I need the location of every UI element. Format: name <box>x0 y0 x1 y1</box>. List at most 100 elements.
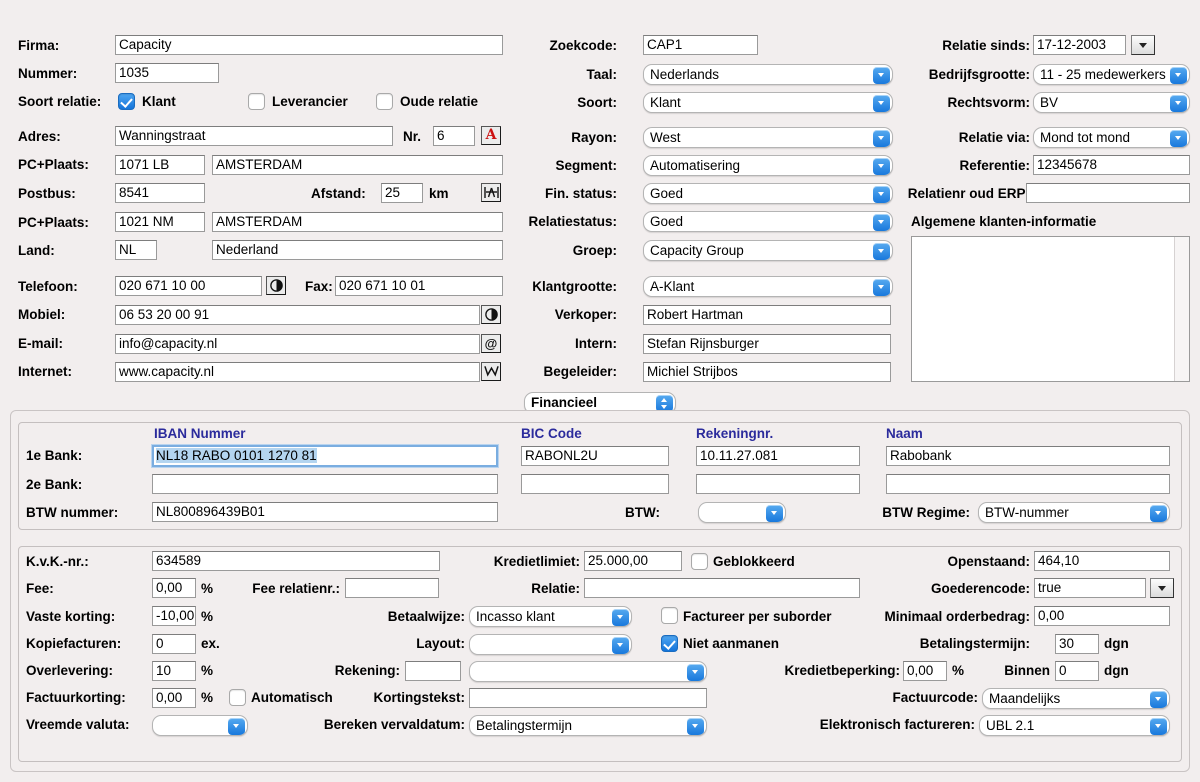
zoekcode-input[interactable]: CAP1 <box>643 35 758 55</box>
betaalwijze-select[interactable]: Incasso klant <box>469 606 632 627</box>
segment-select[interactable]: Automatisering <box>643 155 893 176</box>
begeleider-input[interactable]: Michiel Strijbos <box>643 362 891 382</box>
afstand-input[interactable]: 25 <box>381 183 423 203</box>
postbus-input[interactable]: 8541 <box>115 183 205 203</box>
chevron-down-icon[interactable] <box>1150 691 1167 708</box>
chevron-down-icon[interactable] <box>873 130 890 147</box>
distance-icon[interactable] <box>481 183 501 202</box>
chevron-down-icon[interactable] <box>1150 718 1167 735</box>
dial-icon-mobiel[interactable] <box>481 305 501 324</box>
email-input[interactable]: info@capacity.nl <box>115 334 480 354</box>
vreemde-valuta-select[interactable] <box>152 715 248 736</box>
bank-row-1-iban-input[interactable]: NL18 RABO 0101 1270 81 <box>152 445 498 467</box>
btw-nummer-input[interactable]: NL800896439B01 <box>152 502 498 522</box>
checkbox-niet-aanmanen[interactable] <box>661 635 678 652</box>
bank-row-1-naam-input[interactable]: Rabobank <box>886 446 1170 466</box>
referentie-input[interactable]: 12345678 <box>1033 155 1190 175</box>
openstaand-input[interactable]: 464,10 <box>1034 551 1170 571</box>
chevron-down-icon[interactable] <box>687 718 704 735</box>
minimaal-orderbedrag-input[interactable]: 0,00 <box>1034 606 1170 626</box>
goederencode-dropdown-button[interactable] <box>1150 578 1174 598</box>
pcplaats1-city-input[interactable]: AMSTERDAM <box>212 155 503 175</box>
relatie-sinds-dropdown-button[interactable] <box>1131 35 1155 55</box>
klantgrootte-select[interactable]: A-Klant <box>643 276 893 297</box>
nummer-input[interactable]: 1035 <box>115 63 219 83</box>
land-name-input[interactable]: Nederland <box>212 240 503 260</box>
internet-input[interactable]: www.capacity.nl <box>115 362 480 382</box>
chevron-down-icon[interactable] <box>1170 67 1187 84</box>
chevron-down-icon[interactable] <box>873 243 890 260</box>
relatie-input[interactable] <box>584 578 860 598</box>
letter-a-icon[interactable]: A <box>481 126 501 145</box>
telefoon-input[interactable]: 020 671 10 00 <box>115 276 262 296</box>
fin-status-select[interactable]: Goed <box>643 183 893 204</box>
chevron-down-icon[interactable] <box>228 718 245 735</box>
mobiel-input[interactable]: 06 53 20 00 91 <box>115 305 480 325</box>
bedrijfsgrootte-select[interactable]: 11 - 25 medewerkers <box>1033 64 1190 85</box>
fee-relatienr-input[interactable] <box>345 578 439 598</box>
bank-row-2-iban-input[interactable] <box>152 474 498 494</box>
chevron-down-icon[interactable] <box>612 637 629 654</box>
kredietbeperking-input[interactable]: 0,00 <box>903 661 947 681</box>
kvk-input[interactable]: 634589 <box>152 551 440 571</box>
soort-select[interactable]: Klant <box>643 92 893 113</box>
intern-input[interactable]: Stefan Rijnsburger <box>643 334 891 354</box>
goederencode-input[interactable]: true <box>1034 578 1146 598</box>
checkbox-factureer-per-suborder[interactable] <box>661 607 678 624</box>
relatienr-oud-erp-input[interactable] <box>1026 183 1190 203</box>
chevron-down-icon[interactable] <box>1170 130 1187 147</box>
bank-row-1-bic-input[interactable]: RABONL2U <box>521 446 669 466</box>
elektronisch-factureren-select[interactable]: UBL 2.1 <box>979 715 1170 736</box>
chevron-down-icon[interactable] <box>612 609 629 626</box>
bank-row-2-bic-input[interactable] <box>521 474 669 494</box>
relatiestatus-select[interactable]: Goed <box>643 211 893 232</box>
firma-input[interactable]: Capacity <box>115 35 503 55</box>
chevron-down-icon[interactable] <box>687 664 704 681</box>
at-icon[interactable]: @ <box>481 334 501 353</box>
rekening-select[interactable] <box>469 661 707 682</box>
kortingstekst-input[interactable] <box>469 688 707 708</box>
chevron-down-icon[interactable] <box>873 158 890 175</box>
groep-select[interactable]: Capacity Group <box>643 240 893 261</box>
checkbox-oude-relatie[interactable] <box>376 93 393 110</box>
pcplaats1-zip-input[interactable]: 1071 LB <box>115 155 205 175</box>
bank-row-2-rekeningnr-input[interactable] <box>696 474 860 494</box>
algemene-klanten-informatie-textarea[interactable] <box>911 236 1190 382</box>
bank-row-2-naam-input[interactable] <box>886 474 1170 494</box>
verkoper-input[interactable]: Robert Hartman <box>643 305 891 325</box>
checkbox-leverancier[interactable] <box>248 93 265 110</box>
chevron-down-icon[interactable] <box>873 95 890 112</box>
binnen-input[interactable]: 0 <box>1055 661 1099 681</box>
bereken-vervaldatum-select[interactable]: Betalingstermijn <box>469 715 707 736</box>
layout-select[interactable] <box>469 634 632 655</box>
pcplaats2-city-input[interactable]: AMSTERDAM <box>212 212 503 232</box>
overlevering-input[interactable]: 10 <box>152 661 196 681</box>
factuurcode-select[interactable]: Maandelijks <box>982 688 1170 709</box>
scrollbar-vertical[interactable] <box>1174 237 1189 381</box>
fax-input[interactable]: 020 671 10 01 <box>335 276 503 296</box>
betalingstermijn-input[interactable]: 30 <box>1055 634 1099 654</box>
dial-icon-telefoon[interactable] <box>266 276 286 295</box>
taal-select[interactable]: Nederlands <box>643 64 893 85</box>
checkbox-automatisch[interactable] <box>229 689 246 706</box>
chevron-down-icon[interactable] <box>873 214 890 231</box>
land-code-input[interactable]: NL <box>115 240 157 260</box>
rayon-select[interactable]: West <box>643 127 893 148</box>
relatie-sinds-input[interactable]: 17-12-2003 <box>1033 35 1126 55</box>
nr-input[interactable]: 6 <box>433 126 475 146</box>
pcplaats2-zip-input[interactable]: 1021 NM <box>115 212 205 232</box>
rekening-input[interactable] <box>405 661 461 681</box>
fee-input[interactable]: 0,00 <box>152 578 196 598</box>
chevron-down-icon[interactable] <box>766 505 783 522</box>
rechtsvorm-select[interactable]: BV <box>1033 92 1190 113</box>
chevron-down-icon[interactable] <box>873 279 890 296</box>
checkbox-klant[interactable] <box>118 93 135 110</box>
relatie-via-select[interactable]: Mond tot mond <box>1033 127 1190 148</box>
web-icon[interactable] <box>481 362 501 381</box>
factuurkorting-input[interactable]: 0,00 <box>152 688 196 708</box>
checkbox-geblokkeerd[interactable] <box>691 553 708 570</box>
adres-input[interactable]: Wanningstraat <box>115 126 393 146</box>
chevron-down-icon[interactable] <box>1170 95 1187 112</box>
vaste-korting-input[interactable]: -10,00 <box>152 606 196 626</box>
bank-row-1-rekeningnr-input[interactable]: 10.11.27.081 <box>696 446 860 466</box>
